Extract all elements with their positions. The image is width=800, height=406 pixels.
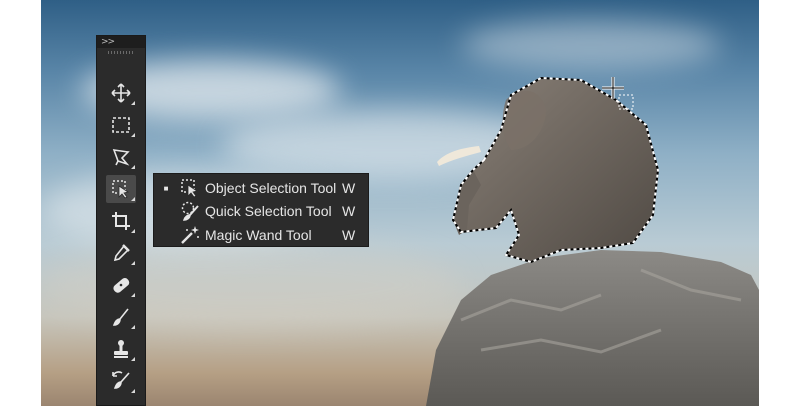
lasso-tool[interactable]	[106, 143, 136, 171]
brush-icon	[112, 308, 129, 326]
flyout-item-quick-selection[interactable]: Quick Selection Tool W	[154, 199, 368, 223]
stamp-icon	[114, 340, 128, 358]
panel-grip[interactable]	[97, 48, 145, 56]
selection-tools-flyout-menu: ■ Object Selection Tool W Quick Selectio…	[153, 173, 369, 247]
object-selection-tool[interactable]	[106, 175, 136, 203]
crop-tool[interactable]	[106, 207, 136, 235]
flyout-item-object-selection[interactable]: ■ Object Selection Tool W	[154, 176, 368, 200]
document-canvas[interactable]	[41, 0, 759, 406]
quick-selection-icon	[181, 201, 199, 221]
history-brush-tool[interactable]	[106, 367, 136, 395]
marquee-icon	[112, 117, 130, 133]
collapse-panel-button[interactable]: >>	[97, 36, 145, 48]
healing-brush-tool[interactable]	[106, 271, 136, 299]
eyedropper-icon	[113, 244, 130, 262]
tools-panel: >>	[96, 35, 146, 406]
eyedropper-tool[interactable]	[106, 239, 136, 267]
clone-stamp-tool[interactable]	[106, 335, 136, 363]
lasso-icon	[112, 149, 130, 166]
flyout-item-magic-wand[interactable]: Magic Wand Tool W	[154, 223, 368, 247]
photo-elephant-on-rock	[426, 76, 759, 406]
rectangular-marquee-tool[interactable]	[106, 111, 136, 139]
magic-wand-icon	[181, 226, 199, 244]
bandage-icon	[113, 278, 130, 293]
flyout-item-label: Quick Selection Tool	[205, 203, 332, 219]
object-selection-icon	[181, 179, 198, 198]
crop-icon	[112, 212, 130, 230]
move-icon	[111, 83, 131, 103]
brush-tool[interactable]	[106, 303, 136, 331]
selected-indicator: ■	[163, 183, 169, 193]
flyout-item-label: Object Selection Tool	[205, 180, 337, 196]
shortcut-key: W	[342, 203, 356, 219]
move-tool[interactable]	[106, 79, 136, 107]
object-selection-icon	[112, 180, 129, 199]
shortcut-key: W	[342, 227, 356, 243]
flyout-item-label: Magic Wand Tool	[205, 227, 312, 243]
shortcut-key: W	[342, 180, 356, 196]
history-brush-icon	[112, 371, 130, 389]
